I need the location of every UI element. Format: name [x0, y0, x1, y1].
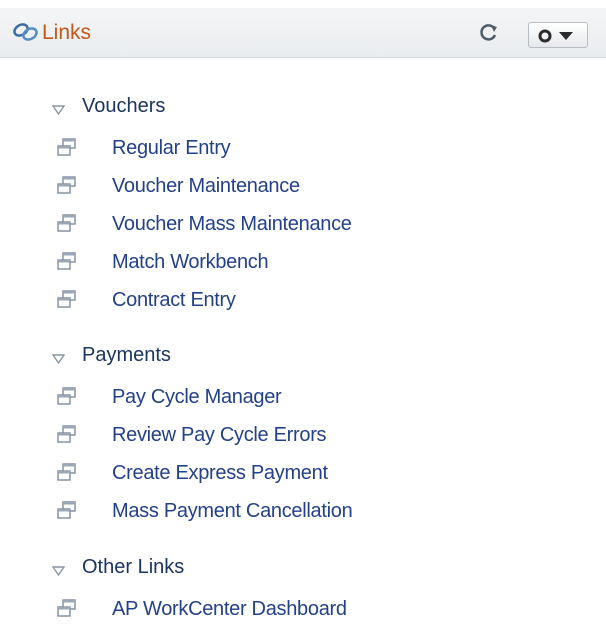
- triangle-down-icon[interactable]: [51, 563, 66, 577]
- links-pagelet-header: Links: [0, 8, 606, 58]
- link-label[interactable]: Create Express Payment: [112, 461, 328, 485]
- refresh-icon[interactable]: [478, 22, 500, 44]
- new-window-icon[interactable]: [56, 138, 78, 158]
- link-label[interactable]: Contract Entry: [112, 288, 236, 312]
- link-ap-workcenter-dashboard[interactable]: AP WorkCenter Dashboard: [0, 595, 606, 625]
- new-window-icon[interactable]: [56, 176, 78, 196]
- link-pay-cycle-manager[interactable]: Pay Cycle Manager: [0, 383, 606, 413]
- link-label[interactable]: Match Workbench: [112, 250, 269, 274]
- group-header-payments[interactable]: Payments: [0, 341, 606, 369]
- new-window-icon[interactable]: [56, 425, 78, 445]
- link-contract-entry[interactable]: Contract Entry: [0, 286, 606, 316]
- new-window-icon[interactable]: [56, 290, 78, 310]
- new-window-icon[interactable]: [56, 501, 78, 521]
- triangle-down-icon[interactable]: [51, 102, 66, 116]
- new-window-icon[interactable]: [56, 599, 78, 619]
- link-create-express-payment[interactable]: Create Express Payment: [0, 459, 606, 489]
- link-label[interactable]: Pay Cycle Manager: [112, 385, 282, 409]
- group-label: Payments: [82, 344, 171, 366]
- triangle-down-icon[interactable]: [51, 351, 66, 365]
- link-label[interactable]: Regular Entry: [112, 136, 231, 160]
- pagelet-title: Links: [42, 21, 92, 44]
- new-window-icon[interactable]: [56, 387, 78, 407]
- chevron-down-icon: [559, 32, 573, 40]
- group-label: Vouchers: [82, 95, 166, 117]
- link-mass-payment-cancellation[interactable]: Mass Payment Cancellation: [0, 497, 606, 527]
- link-label[interactable]: Voucher Mass Maintenance: [112, 212, 352, 236]
- pagelet-actions-button[interactable]: [528, 22, 588, 48]
- link-voucher-mass-maintenance[interactable]: Voucher Mass Maintenance: [0, 210, 606, 240]
- link-label[interactable]: Voucher Maintenance: [112, 174, 300, 198]
- group-header-vouchers[interactable]: Vouchers: [0, 92, 606, 120]
- links-icon: [12, 20, 42, 44]
- new-window-icon[interactable]: [56, 463, 78, 483]
- link-label[interactable]: AP WorkCenter Dashboard: [112, 597, 347, 621]
- group-header-other-links[interactable]: Other Links: [0, 553, 606, 581]
- group-label: Other Links: [82, 556, 185, 578]
- new-window-icon[interactable]: [56, 214, 78, 234]
- link-review-pay-cycle-errors[interactable]: Review Pay Cycle Errors: [0, 421, 606, 451]
- link-label[interactable]: Review Pay Cycle Errors: [112, 423, 327, 447]
- link-regular-entry[interactable]: Regular Entry: [0, 134, 606, 164]
- new-window-icon[interactable]: [56, 252, 78, 272]
- link-match-workbench[interactable]: Match Workbench: [0, 248, 606, 278]
- gear-icon: [538, 29, 552, 43]
- link-label[interactable]: Mass Payment Cancellation: [112, 499, 353, 523]
- link-voucher-maintenance[interactable]: Voucher Maintenance: [0, 172, 606, 202]
